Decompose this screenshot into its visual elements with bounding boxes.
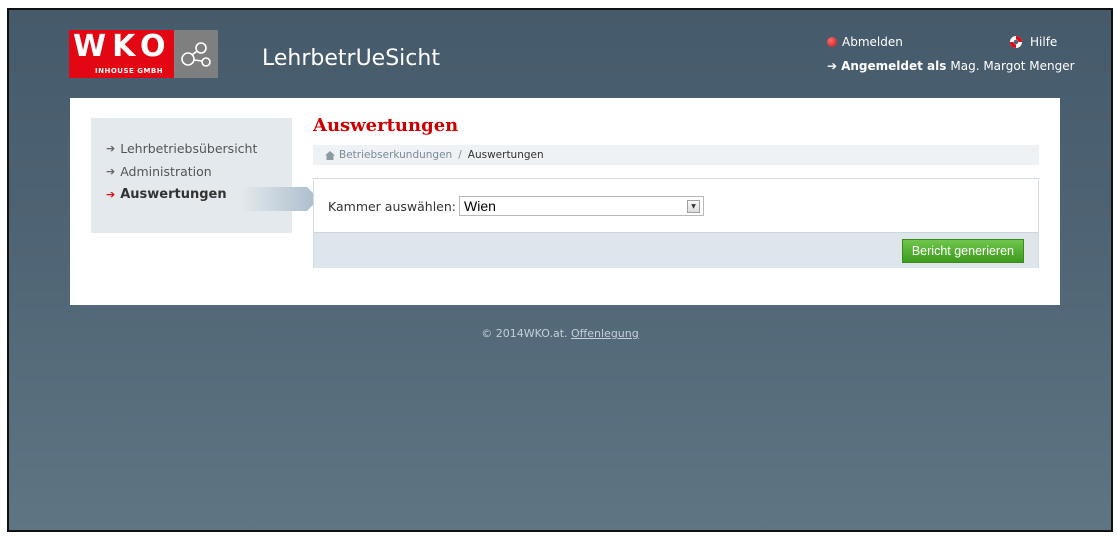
logout-link[interactable]: Abmelden (827, 35, 903, 49)
sidebar-item-administration[interactable]: ➔ Administration (106, 164, 212, 179)
form-footer: Bericht generieren (314, 232, 1038, 268)
breadcrumb-link[interactable]: Betriebserkundungen (339, 149, 452, 161)
logo-red-block: WKO INHOUSE GMBH (69, 30, 174, 78)
chamber-select-value: Wien (464, 198, 496, 214)
page-title: Auswertungen (313, 115, 459, 136)
sidebar-item-label: Administration (120, 164, 212, 179)
help-label: Hilfe (1030, 35, 1058, 49)
sidebar-item-label: Auswertungen (120, 187, 227, 202)
logout-dot-icon (827, 37, 837, 47)
arrow-right-icon: ➔ (106, 142, 116, 155)
main-panel: ➔ Lehrbetriebsübersicht ➔ Administration… (70, 98, 1060, 305)
imprint-link[interactable]: Offenlegung (571, 327, 639, 340)
logo-letters: WKO (73, 29, 172, 64)
app-window: WKO INHOUSE GMBH LehrbetrUeSicht Abmelde… (7, 8, 1113, 532)
logged-in-prefix: Angemeldet als (841, 59, 947, 73)
breadcrumb-separator: / (458, 149, 462, 161)
app-title: LehrbetrUeSicht (262, 46, 440, 71)
lifebuoy-icon (1007, 35, 1025, 49)
logo-subtitle: INHOUSE GMBH (95, 67, 164, 75)
sidebar-item-lehrbetriebsuebersicht[interactable]: ➔ Lehrbetriebsübersicht (106, 141, 257, 156)
page-footer: © 2014WKO.at. Offenlegung (9, 327, 1111, 340)
generate-report-button[interactable]: Bericht generieren (901, 239, 1024, 263)
wko-logo[interactable]: WKO INHOUSE GMBH (69, 30, 218, 78)
help-link[interactable]: Hilfe (1007, 35, 1057, 49)
breadcrumb: Betriebserkundungen / Auswertungen (313, 145, 1039, 165)
copyright-text: © 2014WKO.at. (481, 327, 568, 340)
logout-label: Abmelden (842, 35, 903, 49)
active-item-indicator (241, 187, 319, 211)
arrow-right-icon: ➔ (827, 59, 838, 73)
sidebar-item-auswertungen[interactable]: ➔ Auswertungen (106, 187, 227, 202)
select-arrow-icon[interactable]: ▼ (687, 199, 700, 213)
home-icon[interactable] (325, 150, 335, 160)
logo-rings-icon (174, 30, 218, 78)
user-name: Mag. Margot Menger (950, 59, 1075, 73)
sidebar-item-label: Lehrbetriebsübersicht (120, 141, 258, 156)
sidebar: ➔ Lehrbetriebsübersicht ➔ Administration… (91, 118, 319, 233)
chamber-select[interactable]: Wien ▼ (459, 196, 704, 216)
report-form: Kammer auswählen: Wien ▼ Bericht generie… (313, 178, 1039, 268)
chamber-row: Kammer auswählen: Wien ▼ (328, 196, 704, 216)
arrow-right-icon: ➔ (106, 165, 116, 178)
chamber-label: Kammer auswählen: (328, 198, 456, 214)
arrow-right-icon: ➔ (106, 188, 116, 201)
logged-in-info: ➔ Angemeldet als Mag. Margot Menger (827, 59, 1075, 73)
breadcrumb-current: Auswertungen (467, 149, 544, 161)
